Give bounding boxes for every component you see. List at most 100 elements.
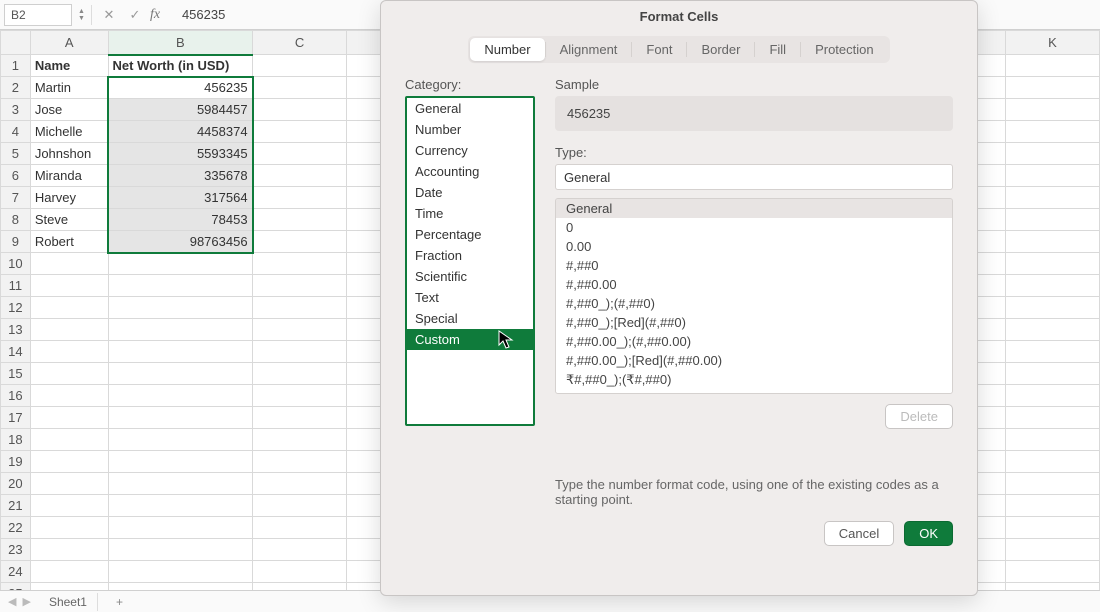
format-code-item[interactable]: 0.00 xyxy=(556,237,952,256)
row-header-11[interactable]: 11 xyxy=(1,275,31,297)
cell-B24[interactable] xyxy=(108,561,253,583)
cell-C24[interactable] xyxy=(253,561,347,583)
category-item-special[interactable]: Special xyxy=(407,308,533,329)
cell-A9[interactable]: Robert xyxy=(30,231,108,253)
cell-K2[interactable] xyxy=(1005,77,1099,99)
delete-button[interactable]: Delete xyxy=(885,404,953,429)
cell-A25[interactable] xyxy=(30,583,108,591)
dialog-tab-number[interactable]: Number xyxy=(470,38,544,61)
cell-K19[interactable] xyxy=(1005,451,1099,473)
cell-K8[interactable] xyxy=(1005,209,1099,231)
cell-C8[interactable] xyxy=(253,209,347,231)
col-header-K[interactable]: K xyxy=(1005,31,1099,55)
dialog-tab-protection[interactable]: Protection xyxy=(801,38,888,61)
cell-C21[interactable] xyxy=(253,495,347,517)
category-item-date[interactable]: Date xyxy=(407,182,533,203)
category-item-number[interactable]: Number xyxy=(407,119,533,140)
row-header-25[interactable]: 25 xyxy=(1,583,31,591)
cell-B5[interactable]: 5593345 xyxy=(108,143,253,165)
cell-C12[interactable] xyxy=(253,297,347,319)
name-box[interactable]: B2 xyxy=(4,4,72,26)
row-header-6[interactable]: 6 xyxy=(1,165,31,187)
cell-K11[interactable] xyxy=(1005,275,1099,297)
cell-C15[interactable] xyxy=(253,363,347,385)
cell-A7[interactable]: Harvey xyxy=(30,187,108,209)
cell-B17[interactable] xyxy=(108,407,253,429)
cell-A2[interactable]: Martin xyxy=(30,77,108,99)
cell-C9[interactable] xyxy=(253,231,347,253)
row-header-4[interactable]: 4 xyxy=(1,121,31,143)
row-header-3[interactable]: 3 xyxy=(1,99,31,121)
cell-K10[interactable] xyxy=(1005,253,1099,275)
cell-K24[interactable] xyxy=(1005,561,1099,583)
cell-K22[interactable] xyxy=(1005,517,1099,539)
cell-A5[interactable]: Johnshon xyxy=(30,143,108,165)
format-code-item[interactable]: #,##0_);[Red](#,##0) xyxy=(556,313,952,332)
cell-K5[interactable] xyxy=(1005,143,1099,165)
cell-K4[interactable] xyxy=(1005,121,1099,143)
fx-label[interactable]: fx xyxy=(150,7,172,23)
row-header-18[interactable]: 18 xyxy=(1,429,31,451)
format-code-item[interactable]: #,##0.00_);(#,##0.00) xyxy=(556,332,952,351)
dialog-tab-alignment[interactable]: Alignment xyxy=(546,38,632,61)
cell-C5[interactable] xyxy=(253,143,347,165)
cell-A24[interactable] xyxy=(30,561,108,583)
category-item-accounting[interactable]: Accounting xyxy=(407,161,533,182)
category-item-general[interactable]: General xyxy=(407,98,533,119)
cell-K12[interactable] xyxy=(1005,297,1099,319)
category-item-currency[interactable]: Currency xyxy=(407,140,533,161)
tab-scroll-left[interactable]: ◀ xyxy=(8,595,16,608)
cell-K6[interactable] xyxy=(1005,165,1099,187)
cell-K9[interactable] xyxy=(1005,231,1099,253)
format-code-item[interactable]: General xyxy=(556,199,952,218)
format-code-item[interactable]: #,##0.00_);[Red](#,##0.00) xyxy=(556,351,952,370)
row-header-19[interactable]: 19 xyxy=(1,451,31,473)
cell-C19[interactable] xyxy=(253,451,347,473)
cell-A23[interactable] xyxy=(30,539,108,561)
col-header-C[interactable]: C xyxy=(253,31,347,55)
cell-B3[interactable]: 5984457 xyxy=(108,99,253,121)
cell-A8[interactable]: Steve xyxy=(30,209,108,231)
cell-B7[interactable]: 317564 xyxy=(108,187,253,209)
cell-A15[interactable] xyxy=(30,363,108,385)
ok-button[interactable]: OK xyxy=(904,521,953,546)
format-code-item[interactable]: ₹#,##0_);(₹#,##0) xyxy=(556,370,952,390)
cell-A16[interactable] xyxy=(30,385,108,407)
cell-K20[interactable] xyxy=(1005,473,1099,495)
cell-A14[interactable] xyxy=(30,341,108,363)
cell-C4[interactable] xyxy=(253,121,347,143)
cell-A22[interactable] xyxy=(30,517,108,539)
row-header-5[interactable]: 5 xyxy=(1,143,31,165)
cell-C22[interactable] xyxy=(253,517,347,539)
cell-B15[interactable] xyxy=(108,363,253,385)
cell-B25[interactable] xyxy=(108,583,253,591)
row-header-9[interactable]: 9 xyxy=(1,231,31,253)
cancel-entry-button[interactable]: ✕ xyxy=(98,4,120,26)
cell-B13[interactable] xyxy=(108,319,253,341)
cell-C14[interactable] xyxy=(253,341,347,363)
tab-scroll-right[interactable]: ▶ xyxy=(22,595,30,608)
cell-B6[interactable]: 335678 xyxy=(108,165,253,187)
name-box-stepper[interactable]: ▲ ▼ xyxy=(78,8,85,22)
cell-K17[interactable] xyxy=(1005,407,1099,429)
cell-K13[interactable] xyxy=(1005,319,1099,341)
cell-B14[interactable] xyxy=(108,341,253,363)
cell-K1[interactable] xyxy=(1005,55,1099,77)
format-code-item[interactable]: ₹#.##0_);[Red](₹#.##0) xyxy=(556,390,952,394)
cell-C10[interactable] xyxy=(253,253,347,275)
cancel-button[interactable]: Cancel xyxy=(824,521,894,546)
cell-C1[interactable] xyxy=(253,55,347,77)
cell-A20[interactable] xyxy=(30,473,108,495)
col-header-A[interactable]: A xyxy=(30,31,108,55)
cell-B22[interactable] xyxy=(108,517,253,539)
cell-C6[interactable] xyxy=(253,165,347,187)
cell-B1[interactable]: Net Worth (in USD) xyxy=(108,55,253,77)
cell-A1[interactable]: Name xyxy=(30,55,108,77)
cell-C16[interactable] xyxy=(253,385,347,407)
cell-K18[interactable] xyxy=(1005,429,1099,451)
category-item-fraction[interactable]: Fraction xyxy=(407,245,533,266)
cell-C23[interactable] xyxy=(253,539,347,561)
cell-B21[interactable] xyxy=(108,495,253,517)
cell-B9[interactable]: 98763456 xyxy=(108,231,253,253)
cell-A21[interactable] xyxy=(30,495,108,517)
